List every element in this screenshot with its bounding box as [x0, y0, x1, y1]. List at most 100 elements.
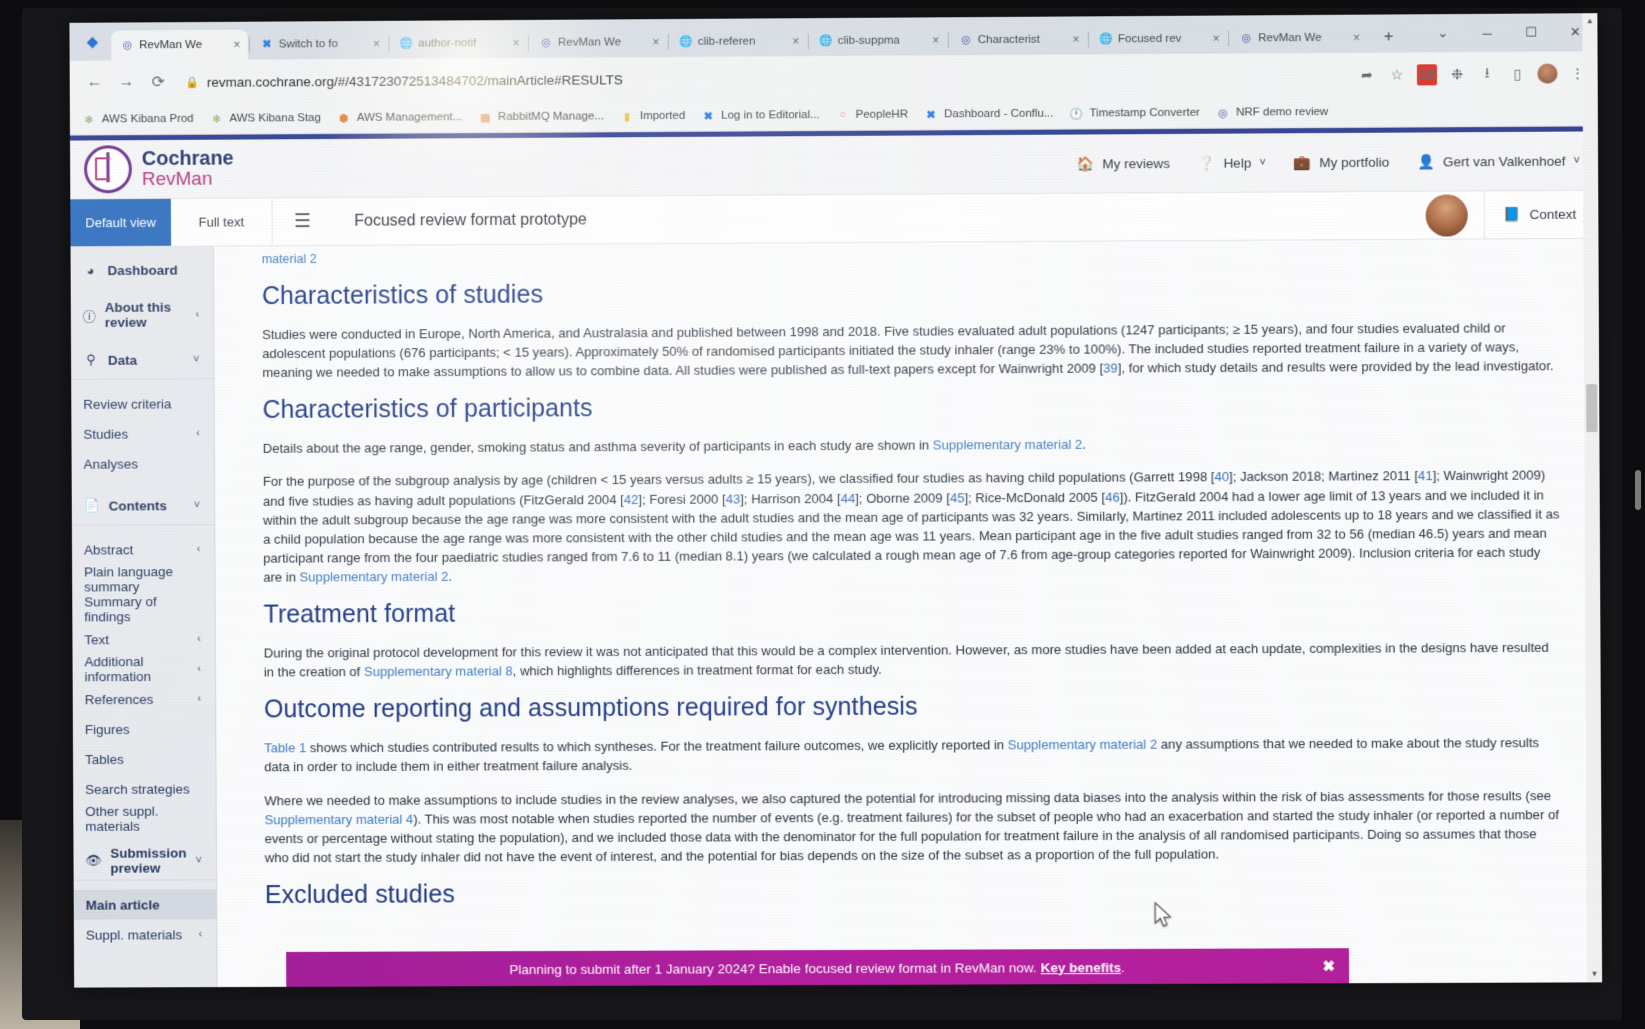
bookmark-item[interactable]: ▦ RabbitMQ Manage...: [478, 109, 604, 124]
tab-close-icon[interactable]: ×: [649, 35, 663, 49]
sidebar-item-data[interactable]: ⚲ Data ˅: [71, 344, 213, 375]
browser-tab[interactable]: 🌐 Focused rev ×: [1090, 24, 1227, 55]
supplementary-material-link[interactable]: Supplementary material 2: [933, 437, 1082, 453]
tab-close-icon[interactable]: ×: [789, 34, 803, 48]
sidebar-item-studies[interactable]: Studies ‹: [71, 418, 213, 449]
reference-link[interactable]: 39: [1103, 361, 1118, 376]
browser-tab[interactable]: ◎ Characterist ×: [950, 24, 1087, 55]
avatar[interactable]: [1425, 193, 1468, 237]
sidebar-item-additional-information[interactable]: Additional information ‹: [73, 654, 215, 685]
address-bar[interactable]: 🔒 revman.cochrane.org/#/4317230725134847…: [175, 61, 1345, 96]
sidebar-item-figures[interactable]: Figures: [73, 714, 215, 745]
browser-tab[interactable]: 🌐 clib-referen ×: [670, 26, 807, 57]
browser-tab[interactable]: ✖ Switch to fo ×: [251, 29, 388, 60]
tab-close-icon[interactable]: ×: [1209, 32, 1223, 46]
reference-link[interactable]: 41: [1418, 468, 1433, 483]
bookmark-item[interactable]: ❄ AWS Kibana Prod: [82, 112, 194, 127]
table-link[interactable]: Table 1: [264, 741, 306, 756]
reference-link[interactable]: 44: [841, 490, 856, 505]
window-scrollbar-thumb[interactable]: [1586, 384, 1598, 433]
sidebar-item-other-suppl-materials[interactable]: Other suppl. materials: [73, 803, 215, 834]
tab-close-icon[interactable]: ×: [509, 36, 523, 50]
nav-user-menu[interactable]: 👤 Gert van Valkenhoef ˅: [1417, 152, 1580, 170]
sidebar-item-search-strategies[interactable]: Search strategies: [73, 774, 215, 805]
scroll-down-arrow[interactable]: ▼: [1587, 966, 1602, 982]
nav-label: My reviews: [1102, 155, 1170, 171]
minimize-button[interactable]: ─: [1465, 18, 1509, 48]
downloads-icon[interactable]: ⭳: [1477, 64, 1497, 84]
partial-link-material-2[interactable]: material 2: [262, 245, 1561, 266]
browser-tab[interactable]: 🌐 clib-suppma ×: [810, 25, 947, 56]
new-tab-button[interactable]: +: [1376, 23, 1402, 49]
omnibox-icons: ➦ ☆ 15 ❉ ⭳ ▯ ⋮: [1347, 63, 1588, 86]
sidebar-item-tables[interactable]: Tables: [73, 744, 215, 775]
sidepanel-icon[interactable]: ▯: [1507, 64, 1527, 84]
bookmark-item[interactable]: ▮ Imported: [620, 109, 685, 123]
share-icon[interactable]: ➦: [1357, 65, 1377, 85]
nav-my-portfolio[interactable]: 💼 My portfolio: [1294, 153, 1390, 171]
supplementary-material-link[interactable]: Supplementary material 4: [264, 811, 413, 827]
extensions-puzzle-icon[interactable]: ❉: [1447, 64, 1467, 84]
sidebar-item-review-criteria[interactable]: Review criteria: [71, 388, 213, 419]
reference-link[interactable]: 42: [624, 492, 639, 507]
bookmark-item[interactable]: 🕐 Timestamp Converter: [1070, 106, 1200, 121]
supplementary-material-link[interactable]: Supplementary material 2: [1008, 737, 1157, 753]
nav-my-reviews[interactable]: 🏠 My reviews: [1077, 155, 1170, 173]
sidebar-item-analyses[interactable]: Analyses: [72, 448, 214, 479]
browser-tab[interactable]: ◎ RevMan We ×: [111, 29, 248, 61]
bookmark-item[interactable]: ◎ NRF demo review: [1216, 105, 1328, 120]
sidebar-item-summary-of-findings[interactable]: Summary of findings: [72, 594, 214, 625]
app-subheader: Default view Full text ☰ Focused review …: [70, 190, 1599, 248]
scroll-up-arrow[interactable]: ▲: [1582, 13, 1597, 29]
supplementary-material-link[interactable]: Supplementary material 8: [364, 664, 513, 680]
key-benefits-link[interactable]: Key benefits: [1041, 960, 1121, 975]
sidebar-item-text[interactable]: Text ‹: [72, 624, 214, 655]
brand-line-1: Cochrane: [141, 147, 234, 170]
browser-tab[interactable]: 🌐 author-notif ×: [390, 28, 527, 59]
sidebar-item-main-article[interactable]: Main article: [73, 889, 217, 920]
sidebar-item-references[interactable]: References ‹: [73, 684, 215, 715]
reference-link[interactable]: 46: [1105, 489, 1120, 504]
supplementary-material-link[interactable]: Supplementary material 2: [300, 569, 449, 585]
maximize-button[interactable]: ☐: [1509, 17, 1553, 47]
sidebar-item-submission-preview[interactable]: 👁 Submission preview ˅: [73, 845, 215, 876]
reference-link[interactable]: 43: [726, 491, 741, 506]
sidebar-item-suppl-materials[interactable]: Suppl. materials ‹: [74, 919, 216, 949]
extension-badge-icon[interactable]: 15: [1416, 63, 1438, 85]
reload-button[interactable]: ⟳: [143, 67, 173, 97]
tab-search-icon[interactable]: ⌄: [1421, 18, 1465, 48]
cochrane-logo[interactable]: Cochrane RevMan: [83, 145, 234, 194]
sidebar-group-submission-preview: Main article Suppl. materials ‹: [73, 879, 217, 950]
bookmark-item[interactable]: ✖ Log in to Editorial...: [701, 108, 820, 123]
bookmark-item[interactable]: ✖ Dashboard - Conflu...: [924, 107, 1053, 122]
nav-help[interactable]: ❔ Help ˅: [1198, 154, 1266, 171]
tab-default-view[interactable]: Default view: [70, 198, 172, 247]
profile-avatar-icon[interactable]: [1537, 63, 1558, 84]
sidebar-item-plain-language-summary[interactable]: Plain language summary: [72, 564, 214, 595]
tab-close-icon[interactable]: ×: [929, 33, 943, 47]
reference-link[interactable]: 45: [950, 490, 965, 505]
sidebar-item-about-this-review[interactable]: ⓘ About this review ‹: [71, 299, 213, 330]
browser-tab[interactable]: ◎ RevMan We ×: [1230, 23, 1368, 54]
back-button[interactable]: ←: [80, 67, 110, 97]
tab-close-icon[interactable]: ×: [1349, 31, 1363, 45]
hamburger-icon[interactable]: ☰: [271, 197, 333, 246]
tab-close-icon[interactable]: ×: [369, 37, 383, 51]
chevron-left-icon: ‹: [197, 662, 202, 675]
context-button[interactable]: 📘 Context: [1483, 190, 1599, 239]
reference-link[interactable]: 40: [1215, 469, 1230, 484]
close-icon[interactable]: ✖: [1322, 957, 1335, 975]
bookmark-item[interactable]: ❄ AWS Kibana Stag: [210, 111, 321, 126]
tab-close-icon[interactable]: ×: [230, 38, 244, 52]
page-scroll-indicator[interactable]: [1635, 470, 1641, 510]
bookmark-item[interactable]: ○ PeopleHR: [836, 108, 909, 122]
bookmark-star-icon[interactable]: ☆: [1387, 64, 1407, 84]
sidebar-item-abstract[interactable]: Abstract ‹: [72, 534, 214, 565]
bookmark-item[interactable]: ⬢ AWS Management...: [337, 110, 462, 125]
tab-full-text[interactable]: Full text: [171, 198, 272, 245]
browser-tab[interactable]: ◎ RevMan We ×: [530, 27, 667, 58]
sidebar-item-contents[interactable]: 📄 Contents ˅: [72, 490, 214, 521]
sidebar-item-dashboard[interactable]: ◕ Dashboard: [71, 255, 213, 286]
forward-button[interactable]: →: [111, 67, 141, 97]
tab-close-icon[interactable]: ×: [1069, 32, 1083, 46]
